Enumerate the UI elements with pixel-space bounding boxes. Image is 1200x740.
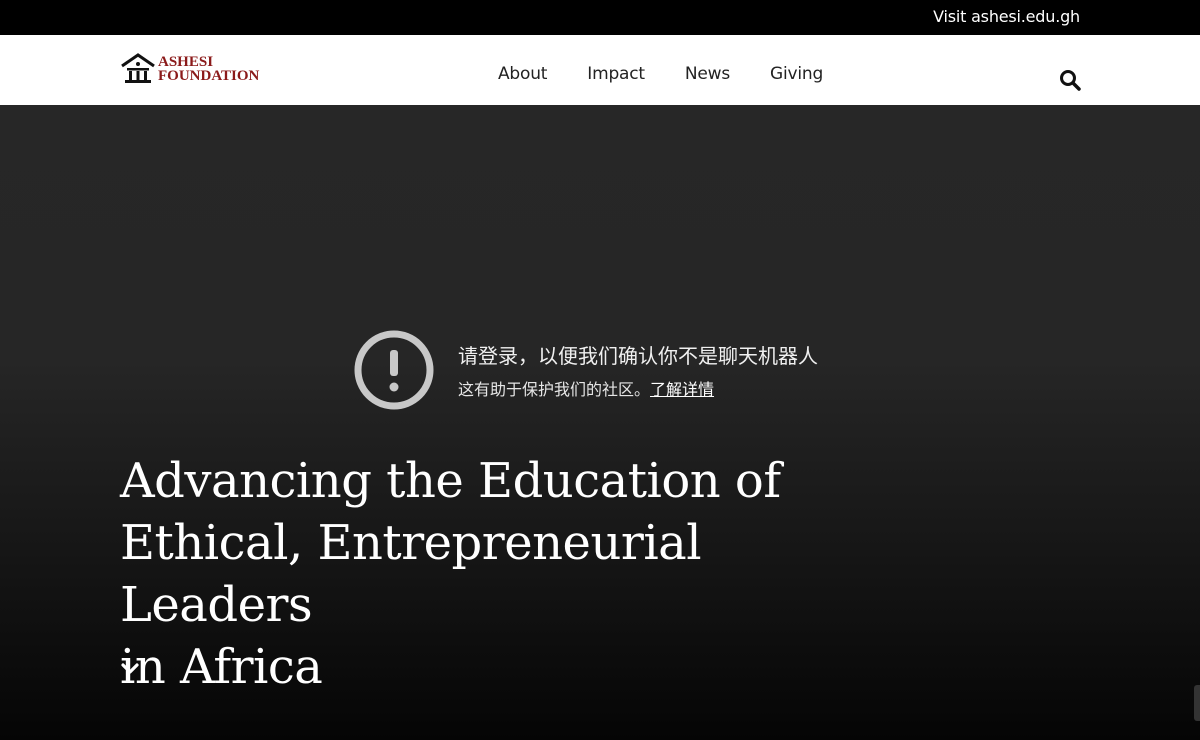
visit-ashesi-link[interactable]: Visit ashesi.edu.gh <box>933 7 1080 26</box>
ashesi-foundation-logo[interactable]: ASHESI FOUNDATION <box>120 51 280 87</box>
logo-wordmark: ASHESI FOUNDATION <box>158 54 260 84</box>
learn-more-link[interactable]: 了解详情 <box>650 380 714 399</box>
notice-subtitle: 这有助于保护我们的社区。了解详情 <box>458 376 714 400</box>
headline-line-1: Advancing the Education of <box>120 453 781 509</box>
nav-about[interactable]: About <box>498 64 547 84</box>
side-edge-tab[interactable] <box>1194 685 1200 721</box>
logo-line-2: FOUNDATION <box>158 68 260 84</box>
notice-subtitle-text: 这有助于保护我们的社区。 <box>458 380 651 399</box>
top-bar: Visit ashesi.edu.gh <box>0 0 1200 35</box>
hero-section: 请登录，以便我们确认你不是聊天机器人 这有助于保护我们的社区。了解详情 Adva… <box>0 105 1200 740</box>
scroll-down-button[interactable] <box>120 661 140 677</box>
login-notice: 请登录，以便我们确认你不是聊天机器人 这有助于保护我们的社区。了解详情 <box>354 330 874 414</box>
chevron-down-icon <box>121 663 139 674</box>
search-icon <box>1060 70 1081 91</box>
site-header: ASHESI FOUNDATION About Impact News Givi… <box>0 35 1200 105</box>
notice-title: 请登录，以便我们确认你不是聊天机器人 <box>458 344 818 368</box>
building-icon <box>121 53 155 83</box>
hero-headline: Advancing the Education of Ethical, Entr… <box>120 450 880 698</box>
logo-line-1: ASHESI <box>158 54 214 70</box>
headline-line-3: in Africa <box>120 639 323 695</box>
nav-news[interactable]: News <box>685 64 730 84</box>
nav-giving[interactable]: Giving <box>770 64 823 84</box>
exclamation-icon <box>354 330 434 410</box>
search-button[interactable] <box>1058 68 1082 92</box>
nav-impact[interactable]: Impact <box>587 64 645 84</box>
main-nav: About Impact News Giving <box>498 64 863 84</box>
headline-line-2: Ethical, Entrepreneurial Leaders <box>120 515 702 633</box>
